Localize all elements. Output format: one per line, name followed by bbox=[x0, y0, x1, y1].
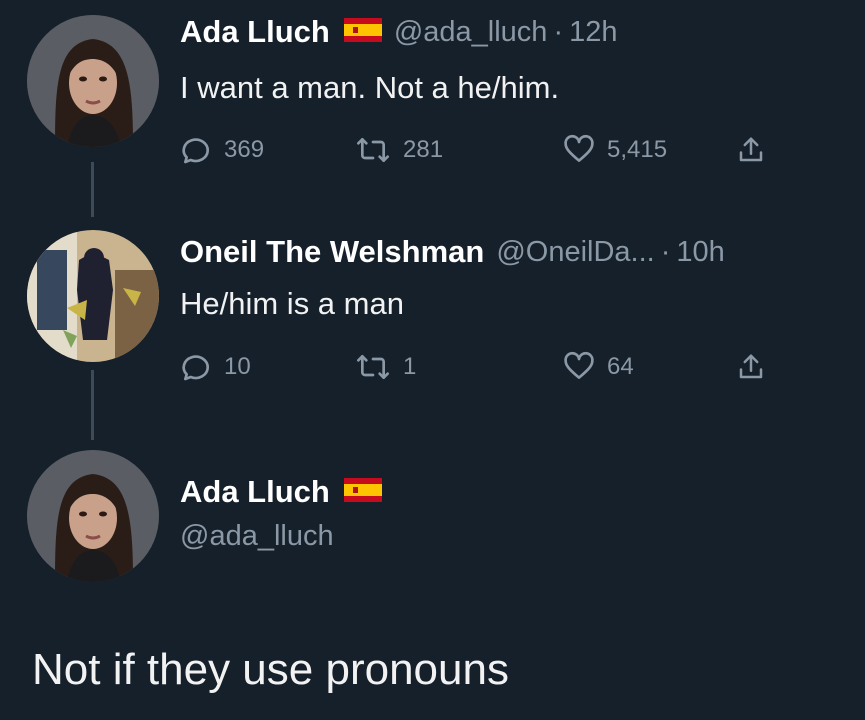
like-count: 64 bbox=[607, 353, 634, 380]
reply-count: 369 bbox=[224, 136, 265, 163]
reply-icon bbox=[182, 138, 209, 164]
display-name[interactable]: Oneil The Welshman bbox=[180, 234, 484, 270]
avatar-photo bbox=[27, 450, 159, 582]
focal-tweet-header: Ada Lluch @ada_lluch bbox=[180, 474, 382, 553]
reply-button[interactable]: 10 bbox=[180, 351, 251, 383]
reply-icon bbox=[182, 355, 209, 381]
avatar-photo bbox=[27, 15, 159, 147]
avatar-oneil[interactable] bbox=[27, 230, 159, 362]
timestamp[interactable]: 12h bbox=[569, 16, 617, 49]
like-button[interactable]: 64 bbox=[563, 351, 634, 383]
like-button[interactable]: 5,415 bbox=[563, 134, 667, 166]
spain-flag-icon bbox=[343, 477, 382, 507]
display-name[interactable]: Ada Lluch bbox=[180, 474, 330, 510]
tweet-header: Ada Lluch @ada_lluch · 12h bbox=[180, 14, 618, 50]
avatar-ada-lluch[interactable] bbox=[27, 450, 159, 582]
user-handle[interactable]: @OneilDa... bbox=[496, 236, 654, 269]
timestamp[interactable]: 10h bbox=[676, 236, 724, 269]
share-icon bbox=[739, 137, 763, 162]
tweet-text: He/him is a man bbox=[180, 286, 404, 321]
share-button[interactable] bbox=[736, 351, 766, 383]
name-row: Ada Lluch bbox=[180, 474, 382, 510]
tweet-actions: 10 1 64 bbox=[180, 351, 820, 385]
tweet-text: I want a man. Not a he/him. bbox=[180, 70, 560, 105]
heart-icon bbox=[564, 352, 594, 379]
reply-button[interactable]: 369 bbox=[180, 134, 264, 166]
share-icon bbox=[739, 354, 763, 379]
user-handle[interactable]: @ada_lluch bbox=[394, 16, 548, 49]
retweet-count: 1 bbox=[403, 353, 417, 380]
share-button[interactable] bbox=[736, 134, 766, 166]
tweet-thread: Ada Lluch @ada_lluch · 12h I want a man.… bbox=[0, 0, 865, 720]
user-handle[interactable]: @ada_lluch bbox=[180, 520, 382, 553]
reply-count: 10 bbox=[224, 353, 251, 380]
separator-dot: · bbox=[660, 235, 671, 268]
avatar-ada-lluch[interactable] bbox=[27, 15, 159, 147]
retweet-icon bbox=[357, 138, 389, 162]
tweet-actions: 369 281 5,415 bbox=[180, 134, 820, 168]
retweet-icon bbox=[357, 355, 389, 379]
retweet-button[interactable]: 1 bbox=[355, 351, 416, 383]
retweet-button[interactable]: 281 bbox=[355, 134, 443, 166]
thread-connector bbox=[91, 162, 94, 217]
focal-tweet-text: Not if they use pronouns bbox=[32, 645, 509, 694]
tweet-2[interactable]: Oneil The Welshman @OneilDa... · 10h He/… bbox=[0, 218, 865, 448]
tweet-header: Oneil The Welshman @OneilDa... · 10h bbox=[180, 234, 725, 270]
retweet-count: 281 bbox=[403, 136, 444, 163]
like-count: 5,415 bbox=[607, 136, 668, 163]
display-name[interactable]: Ada Lluch bbox=[180, 14, 330, 50]
separator-dot: · bbox=[553, 15, 564, 48]
avatar-photo bbox=[27, 230, 159, 362]
thread-connector bbox=[91, 370, 94, 440]
spain-flag-icon bbox=[343, 17, 382, 47]
tweet-1[interactable]: Ada Lluch @ada_lluch · 12h I want a man.… bbox=[0, 0, 865, 217]
heart-icon bbox=[564, 135, 594, 162]
